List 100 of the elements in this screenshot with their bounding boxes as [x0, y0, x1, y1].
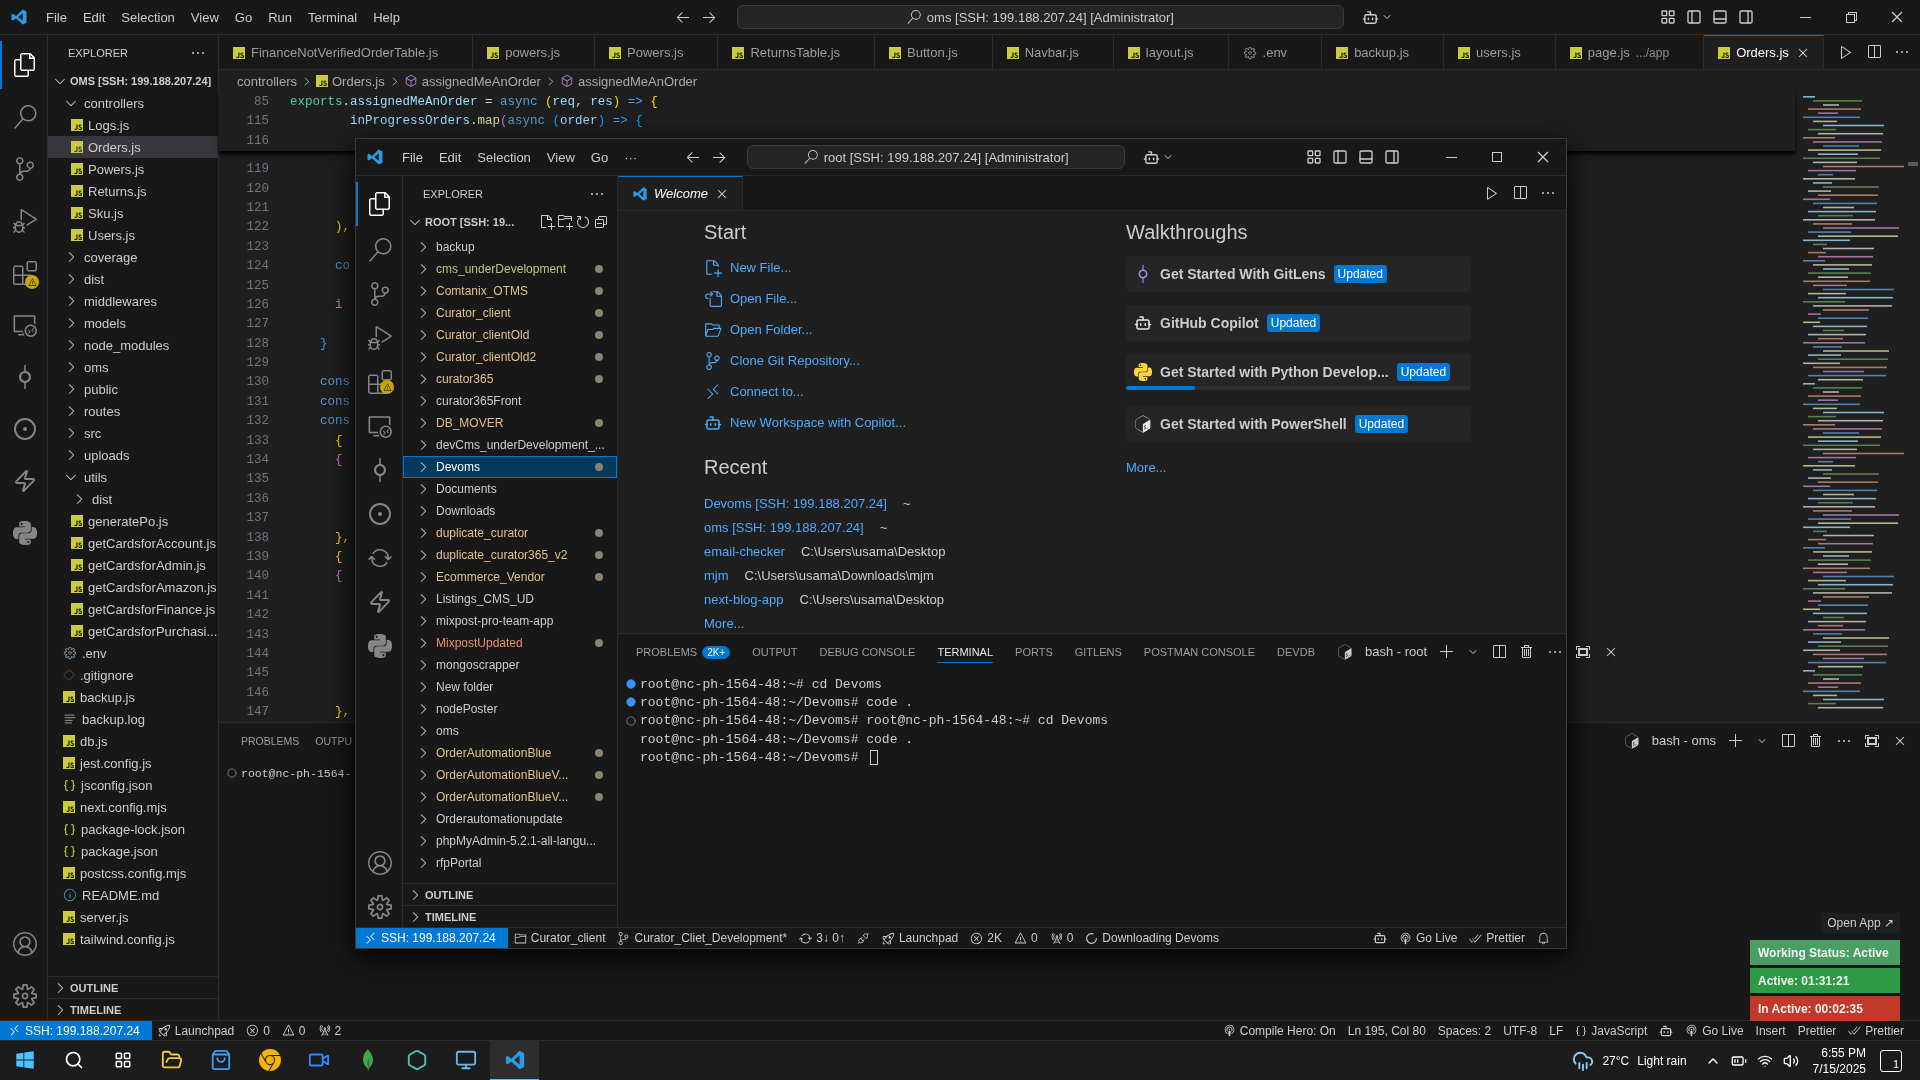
status-item[interactable]: 0 [240, 1021, 276, 1040]
status-item[interactable]: Go Live [1392, 928, 1464, 948]
explorer-entry[interactable]: Powers.js [48, 158, 218, 180]
explorer-entry[interactable]: backup.log [48, 708, 218, 730]
folder-item[interactable]: DB_MOVER [403, 412, 617, 434]
explorer-entry[interactable]: README.md [48, 884, 218, 906]
split-editor-icon[interactable] [1866, 44, 1882, 60]
menu-item[interactable]: File [38, 9, 75, 25]
folder-item[interactable]: coverage [48, 246, 218, 268]
folder-item[interactable]: Orderautomationupdate [403, 808, 617, 830]
folder-item[interactable]: oms [48, 356, 218, 378]
close-icon[interactable] [1889, 9, 1905, 25]
status-item[interactable]: 2K [964, 928, 1008, 948]
walkthrough-card[interactable]: Get Started with PowerShell Updated [1126, 406, 1471, 442]
folder-item[interactable]: Listings_CMS_UD [403, 588, 617, 610]
folder-item[interactable]: Curator_clientOld [403, 324, 617, 346]
folder-item[interactable]: src [48, 422, 218, 444]
folder-item[interactable]: Comtanix_OTMS [403, 280, 617, 302]
status-item[interactable]: UTF-8 [1497, 1021, 1544, 1040]
workspace-root[interactable]: ROOT [SSH: 19... [425, 216, 515, 228]
status-item[interactable]: 3↓ 0↑ [793, 928, 851, 948]
clock-time[interactable]: 6:55 PM [1821, 1044, 1866, 1061]
menu-item[interactable]: Run [260, 9, 300, 25]
explorer-entry[interactable]: jest.config.js [48, 752, 218, 774]
status-item[interactable]: 2 [311, 1021, 348, 1040]
sidebar-section[interactable]: OUTLINE [403, 883, 617, 905]
status-item[interactable]: Curator_Cliet_Development* [611, 928, 794, 948]
folder-item[interactable]: routes [48, 400, 218, 422]
folder-item[interactable]: dist [48, 268, 218, 290]
explorer-entry[interactable]: Users.js [48, 224, 218, 246]
folder-item[interactable]: Devoms [403, 456, 617, 478]
maximize-icon[interactable] [1489, 149, 1505, 165]
panel-tab[interactable]: PROBLEMS [241, 729, 300, 752]
panel-tab[interactable]: POSTMAN CONSOLE [1143, 640, 1256, 663]
explorer-entry[interactable]: next.config.mjs [48, 796, 218, 818]
breadcrumb-item[interactable]: assignedMeAnOrder [403, 73, 541, 89]
folder-item[interactable]: OrderAutomationBlue [403, 742, 617, 764]
folder-item[interactable]: mongoscrapper [403, 654, 617, 676]
status-item[interactable]: Ln 195, Col 80 [1341, 1021, 1432, 1040]
explorer-entry[interactable]: getCardsforAdmin.js [48, 554, 218, 576]
status-item[interactable]: Spaces: 2 [1431, 1021, 1498, 1040]
terminal-name[interactable]: bash - root [1365, 644, 1428, 659]
folder-item[interactable]: phpMyAdmin-5.2.1-all-langu... [403, 830, 617, 852]
folder-item[interactable]: Curator_client [403, 302, 617, 324]
open-app-button[interactable]: Open App ↗ [1821, 913, 1900, 933]
menu-item[interactable]: Edit [430, 149, 470, 165]
secondary-sidebar-icon[interactable] [1738, 9, 1754, 25]
command-center[interactable]: root [SSH: 199.188.207.24] [Administrator] [747, 145, 1126, 169]
menu-item[interactable]: Help [365, 9, 408, 25]
status-item[interactable]: JavaScript [1569, 1021, 1654, 1040]
status-item[interactable]: Prettier [1791, 1021, 1843, 1040]
panel-toggle-icon[interactable] [1712, 9, 1728, 25]
start-link[interactable]: Connect to... [704, 376, 1126, 407]
folder-item[interactable]: Documents [403, 478, 617, 500]
recent-link[interactable]: oms [SSH: 199.188.207.24] [704, 519, 864, 535]
panel-tab[interactable]: TERMINAL [937, 640, 994, 663]
folder-item[interactable]: mixpost-pro-team-app [403, 610, 617, 632]
run-icon[interactable] [1484, 185, 1500, 201]
folder-item[interactable]: OrderAutomationBlueV... [403, 764, 617, 786]
folder-item[interactable]: public [48, 378, 218, 400]
more-link[interactable]: More... [704, 611, 745, 633]
explorer-entry[interactable]: package.json [48, 840, 218, 862]
folder-item[interactable]: MixpostUpdated [403, 632, 617, 654]
folder-item[interactable]: curator365Front [403, 390, 617, 412]
folder-item[interactable]: uploads [48, 444, 218, 466]
status-item[interactable]: Prettier [1463, 928, 1531, 948]
panel-tab[interactable]: OUTPU [315, 729, 353, 752]
recent-link[interactable]: mjm [704, 567, 729, 583]
workspace-root[interactable]: OMS [SSH: 199.188.207.24] [48, 70, 218, 92]
folder-item[interactable]: rfpPortal [403, 852, 617, 874]
folder-item[interactable]: backup [403, 236, 617, 258]
menu-item[interactable]: Selection [469, 149, 539, 165]
walkthrough-card[interactable]: Get Started with Python Develop... Updated [1126, 354, 1471, 390]
folder-item[interactable]: curator365 [403, 368, 617, 390]
split-editor-icon[interactable] [1512, 185, 1528, 201]
status-item[interactable]: LF [1543, 1021, 1570, 1040]
explorer-entry[interactable]: Logs.js [48, 114, 218, 136]
folder-item[interactable]: dist [48, 488, 218, 510]
restore-icon[interactable] [1843, 9, 1859, 25]
menu-item[interactable]: ··· [616, 149, 646, 165]
folder-item[interactable]: Curator_clientOld2 [403, 346, 617, 368]
collapse-all-icon[interactable] [593, 214, 609, 230]
folder-item[interactable]: controllers [48, 92, 218, 114]
panel-tab[interactable]: OUTPUT [752, 640, 798, 663]
folder-item[interactable]: utils [48, 466, 218, 488]
add-icon[interactable] [1439, 643, 1456, 660]
status-item[interactable]: Prettier [1842, 1021, 1910, 1040]
editor-tab[interactable]: Welcome [618, 176, 743, 210]
breadcrumb-item[interactable]: controllers [237, 73, 297, 89]
split-icon[interactable] [1491, 643, 1508, 660]
explorer-entry[interactable]: Sku.js [48, 202, 218, 224]
folder-item[interactable]: Ecommerce_Vendor [403, 566, 617, 588]
status-item[interactable]: Launchpad [875, 928, 965, 948]
walkthrough-card[interactable]: Get Started With GitLens Updated [1126, 256, 1471, 292]
status-item[interactable]: Downloading Devoms [1079, 928, 1226, 948]
run-icon[interactable] [1838, 44, 1854, 60]
status-item[interactable]: 0 [1043, 928, 1080, 948]
start-link[interactable]: New Workspace with Copilot... [704, 407, 1126, 438]
explorer-entry[interactable]: Orders.js [48, 136, 218, 158]
command-center[interactable]: oms [SSH: 199.188.207.24] [Administrator] [736, 5, 1344, 29]
